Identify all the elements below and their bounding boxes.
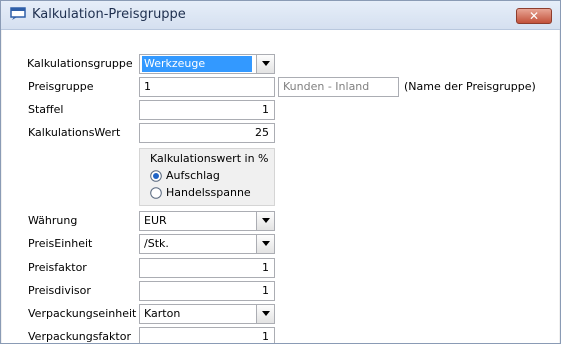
kalkulationswert-mode-title: Kalkulationswert in % [150,152,269,165]
close-icon: ✕ [528,9,540,23]
chevron-down-icon[interactable] [256,235,274,253]
row-verpackungsfaktor: Verpackungsfaktor 1 [2,327,559,343]
kalkulationsgruppe-value: Werkzeuge [142,56,252,72]
verpackungseinheit-value: Karton [144,307,181,320]
close-button[interactable]: ✕ [516,8,552,24]
radio-handelsspanne-label: Handelsspanne [166,186,251,199]
verpackungsfaktor-input[interactable]: 1 [139,327,275,343]
row-preisfaktor: Preisfaktor 1 [2,258,559,280]
preisfaktor-label: Preisfaktor [28,261,87,274]
preisgruppe-name-field[interactable]: Kunden - Inland [278,77,399,97]
preiseinheit-combo[interactable]: /Stk. [139,234,275,254]
preisdivisor-input[interactable]: 1 [139,281,275,301]
dialog-window: Kalkulation-Preisgruppe ✕ Kalkulationsgr… [0,0,561,344]
chevron-down-icon[interactable] [256,55,274,73]
title-bar[interactable]: Kalkulation-Preisgruppe ✕ [1,1,560,30]
row-preisdivisor: Preisdivisor 1 [2,281,559,303]
waehrung-combo[interactable]: EUR [139,211,275,231]
kalkulationswert-label: KalkulationsWert [28,126,121,139]
form-area: Kalkulationsgruppe Werkzeuge Preisgruppe… [2,30,559,343]
staffel-label: Staffel [28,103,64,116]
verpackungsfaktor-label: Verpackungsfaktor [28,330,131,343]
kalkulationsgruppe-label: Kalkulationsgruppe [27,57,133,70]
row-staffel: Staffel 1 [2,100,559,122]
row-waehrung: Währung EUR [2,211,559,233]
staffel-input[interactable]: 1 [139,100,275,120]
row-preisgruppe: Preisgruppe 1 Kunden - Inland (Name der … [2,77,559,99]
kalkulationswert-input[interactable]: 25 [139,123,275,143]
verpackungseinheit-combo[interactable]: Karton [139,304,275,324]
preiseinheit-label: PreisEinheit [28,237,93,250]
preisfaktor-input[interactable]: 1 [139,258,275,278]
radio-unchecked-icon[interactable] [150,187,162,199]
preiseinheit-value: /Stk. [144,237,169,250]
waehrung-label: Währung [28,214,78,227]
verpackungseinheit-label: Verpackungseinheit [28,307,137,320]
radio-checked-icon[interactable] [150,170,162,182]
preisgruppe-input[interactable]: 1 [139,77,275,97]
row-kalkulationswert: KalkulationsWert 25 [2,123,559,145]
window-icon [10,7,26,21]
waehrung-value: EUR [144,214,167,227]
preisgruppe-name-hint: (Name der Preisgruppe) [404,80,536,93]
kalkulationsgruppe-combo[interactable]: Werkzeuge [139,54,275,74]
row-verpackungseinheit: Verpackungseinheit Karton [2,304,559,326]
row-preiseinheit: PreisEinheit /Stk. [2,234,559,256]
preisdivisor-label: Preisdivisor [28,284,91,297]
preisgruppe-label: Preisgruppe [28,80,94,93]
radio-aufschlag-label: Aufschlag [166,169,220,182]
kalkulationswert-mode-group: Kalkulationswert in % Aufschlag Handelss… [139,148,275,206]
window-title: Kalkulation-Preisgruppe [32,7,186,22]
chevron-down-icon[interactable] [256,305,274,323]
chevron-down-icon[interactable] [256,212,274,230]
row-kalkulationsgruppe: Kalkulationsgruppe Werkzeuge [2,54,559,76]
